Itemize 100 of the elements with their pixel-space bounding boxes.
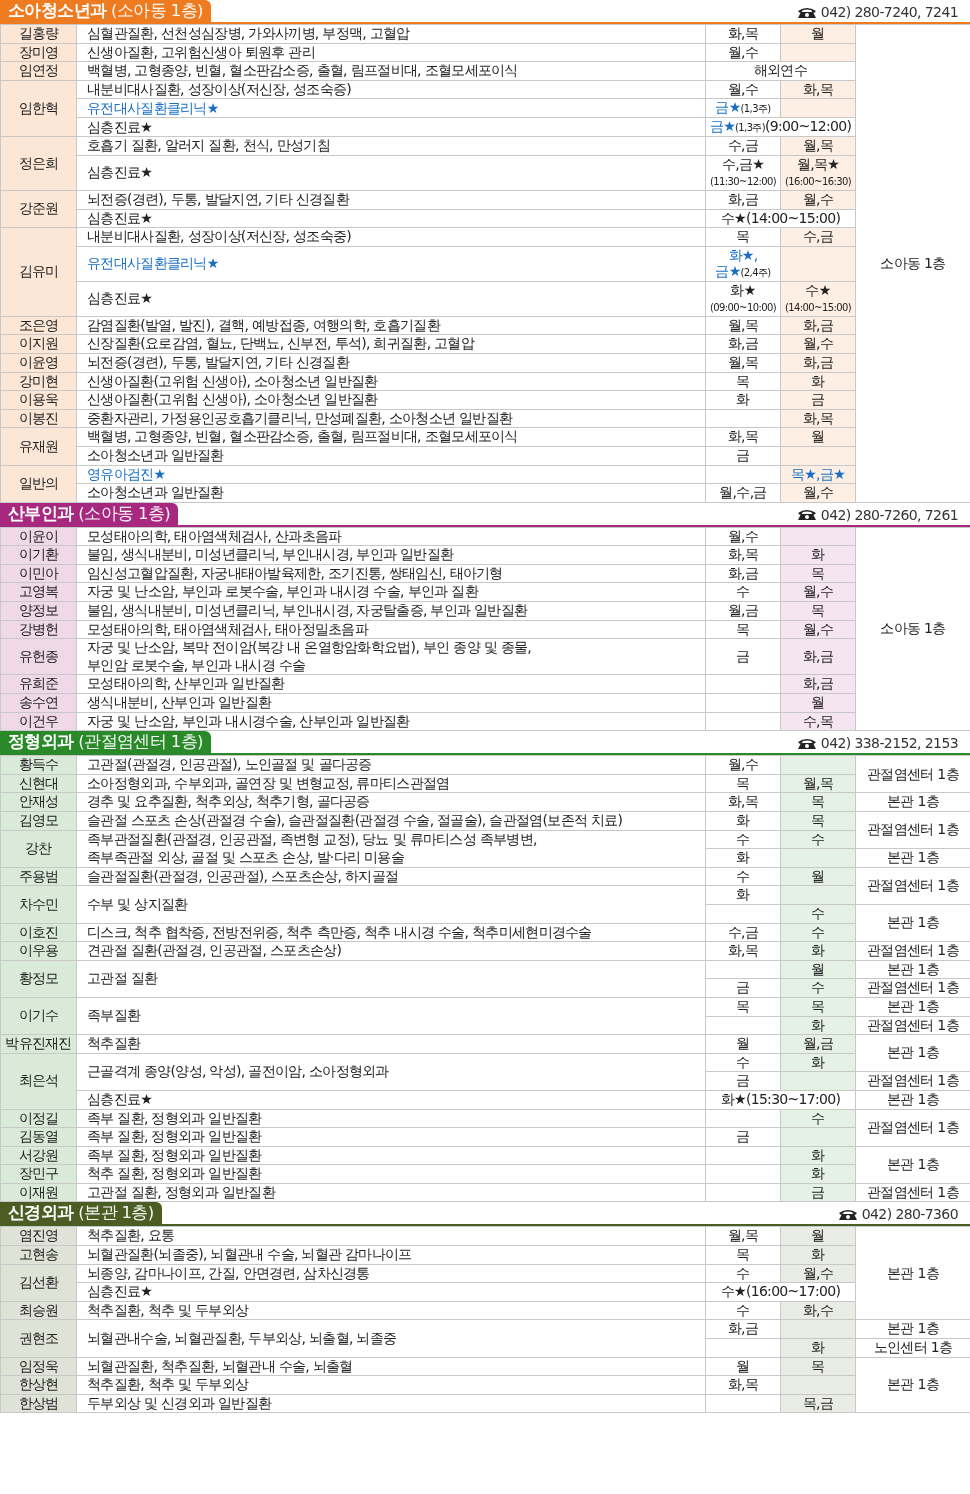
specialty-cell: 심층진료★ [76, 281, 706, 317]
specialty-cell: 척추 질환, 정형외과 일반질환 [76, 1164, 706, 1184]
specialty-cell: 백혈병, 고형종양, 빈혈, 혈소판감소증, 출혈, 림프절비대, 조혈모세포이식 [76, 427, 706, 447]
doctor-name: 임한혁 [0, 80, 77, 137]
phone-icon [795, 5, 818, 19]
doctor-name: 이기수 [0, 997, 77, 1035]
location-cell: 관절염센터 1층 [855, 1109, 970, 1147]
specialty-cell: 모성태아의학, 태아염색체검사, 산과초음파 [76, 527, 706, 546]
location-cell: 관절염센터 1층 [855, 755, 970, 793]
specialty-cell: 족부 질환, 정형외과 일반질환 [76, 1127, 706, 1147]
doctor-name: 길홍량 [0, 24, 77, 44]
schedule-cell: 화,금 [780, 638, 856, 675]
specialty-cell: 감염질환(발열, 발진), 결핵, 예방접종, 여행의학, 호흡기질환 [76, 316, 706, 335]
schedule-cell: 월 [780, 1226, 856, 1246]
specialty-cell: 신장질환(요로감염, 혈뇨, 단백뇨, 신부전, 투석), 희귀질환, 고혈압 [76, 334, 706, 354]
specialty-cell: 자궁 및 난소암, 부인과 내시경수술, 산부인과 일반질환 [76, 712, 706, 731]
phone-number: 042) 280-7240, 7241 [820, 3, 958, 22]
doctor-name: 김유미 [0, 227, 77, 317]
specialty-cell: 두부외상 및 신경외과 일반질환 [76, 1394, 706, 1413]
specialty-cell: 경추 및 요추질환, 척추외상, 척추기형, 골다공증 [76, 792, 706, 812]
specialty-cell: 디스크, 척추 협착증, 전방전위증, 척추 측만증, 척추 내시경 수술, 척추미세현미경수술 [76, 923, 706, 942]
specialty-cell: 고관절 질환, 정형외과 일반질환 [76, 1183, 706, 1202]
specialty-cell: 내분비대사질환, 성장이상(저신장, 성조숙중) [76, 227, 706, 247]
specialty-cell: 호흡기 질환, 알러지 질환, 천식, 만성기침 [76, 136, 706, 156]
specialty-cell: 자궁 및 난소암, 부인과 로봇수술, 부인과 내시경 수술, 부인과 질환 [76, 582, 706, 602]
specialty-cell: 뇌혈관질환, 척추질환, 뇌혈관내 수술, 뇌출혈 [76, 1357, 706, 1376]
specialty-cell: 뇌혈관내수술, 뇌혈관질환, 두부외상, 뇌출혈, 뇌졸중 [76, 1319, 706, 1358]
specialty-cell: 심층진료★ [76, 209, 706, 228]
specialty-cell: 뇌전증(경련), 두통, 발달지연, 기타 신경질환 [76, 190, 706, 210]
doctor-name: 권현조 [0, 1319, 77, 1358]
schedule-cell: 월,목 [705, 1226, 781, 1246]
doctor-name: 김선환 [0, 1264, 77, 1302]
location-cell: 소아동 1층 [855, 527, 970, 731]
location-cell: 본관 1층 [855, 904, 970, 942]
specialty-cell: 근골격계 종양(양성, 악성), 골전이암, 소아정형외과 [76, 1053, 706, 1091]
specialty-cell: 슬관절 스포츠 손상(관절경 수술), 슬관절질환(관절경 수술, 절골술), 슬관절염(보존적 치료) [76, 811, 706, 831]
doctor-name: 황득수 [0, 755, 77, 775]
location-cell: 본관 1층 [855, 1357, 970, 1413]
specialty-cell: 불임, 생식내분비, 미성년클리닉, 부인내시경, 자궁탈출증, 부인과 일반질환 [76, 601, 706, 621]
schedule-cell: 금 [705, 638, 781, 675]
doctor-name: 최은석 [0, 1053, 77, 1109]
specialty-cell: 신생아질환, 고위험신생아 퇴원후 관리 [76, 43, 706, 62]
specialty-cell: 척추질환 [76, 1034, 706, 1054]
specialty-cell: 심층진료★ [76, 1090, 706, 1109]
location-cell: 관절염센터 1층 [855, 811, 970, 849]
schedule-cell: 수,금★ (11:30~12:00) [705, 155, 781, 191]
doctor-name: 유재원 [0, 427, 77, 465]
specialty-cell: 유전대사질환클리닉★ [76, 98, 706, 118]
specialty-cell: 백혈병, 고형종양, 빈혈, 혈소판감소증, 출혈, 림프절비대, 조혈모세포이식 [76, 61, 706, 81]
specialty-cell: 고관절(관절경, 인공관절), 노인골절 및 골다공증 [76, 755, 706, 775]
location-cell: 관절염센터 1층 [855, 867, 970, 905]
specialty-cell: 임신성고혈압질환, 자궁내태아발육제한, 조기진통, 쌍태임신, 태아기형 [76, 564, 706, 583]
schedule-cell: 수★ (14:00~15:00) [780, 281, 856, 317]
specialty-cell: 내분비대사질환, 성장이상(저신장, 성조숙증) [76, 80, 706, 99]
doctor-name: 강찬 [0, 830, 77, 868]
specialty-cell: 소아청소년과 일반질환 [76, 446, 706, 465]
specialty-cell: 자궁 및 난소암, 복막 전이암(복강 내 온열항암화학요법), 부인 종양 및 종물, 부인암 로봇수술, 부인과 내시경 수술 [76, 638, 706, 675]
doctor-name: 차수민 [0, 885, 77, 924]
specialty-cell: 고관절 질환 [76, 960, 706, 998]
specialty-cell: 소아청소년과 일반질환 [76, 483, 706, 503]
phone-number: 042) 280-7260, 7261 [820, 505, 958, 525]
schedule-cell: 월,목★ (16:00~16:30) [780, 155, 856, 191]
specialty-cell: 뇌전증(경련), 두통, 발달지연, 기타 신경질환 [76, 353, 706, 373]
specialty-cell: 족부관절질환(관절경, 인공관절, 족변형 교정), 당뇨 및 류마티스성 족부병변, 족부족관절 외상, 골절 및 스포츠 손상, 발·다리 미용술 [76, 830, 706, 868]
specialty-cell: 견관절 질환(관절경, 인공관절, 스포츠손상) [76, 941, 706, 961]
doctor-name: 이윤이 [0, 527, 77, 546]
specialty-cell: 뇌종양, 감마나이프, 간질, 안면경련, 삼차신경통 [76, 1264, 706, 1283]
specialty-cell: 신생아질환(고위험 신생아), 소아청소년 일반질환 [76, 390, 706, 410]
specialty-cell: 심혈관질환, 선천성심장병, 가와사끼병, 부정맥, 고혈압 [76, 24, 706, 44]
doctor-name: 유헌종 [0, 638, 77, 675]
phone-number: 042) 338-2152, 2153 [820, 734, 958, 754]
phone-icon [795, 508, 818, 522]
specialty-cell: 모성태아의학, 산부인과 일반질환 [76, 674, 706, 694]
specialty-cell: 뇌혈관질환(뇌졸중), 뇌혈관내 수술, 뇌혈관 감마나이프 [76, 1245, 706, 1265]
specialty-cell: 족부 질환, 정형외과 일반질환 [76, 1146, 706, 1165]
phone-icon [836, 1207, 859, 1221]
specialty-cell: 족부 질환, 정형외과 일반질환 [76, 1109, 706, 1128]
location-cell: 본관 1층 [855, 1226, 970, 1320]
specialty-cell: 족부질환 [76, 997, 706, 1035]
specialty-cell: 척추질환, 요통 [76, 1226, 706, 1246]
specialty-cell: 중환자관리, 가정용인공호흡기클리닉, 만성폐질환, 소아청소년 일반질환 [76, 409, 706, 428]
doctor-name: 일반의 [0, 465, 77, 503]
specialty-cell: 심층진료★ [76, 1282, 706, 1302]
specialty-cell: 슬관절질환(관절경, 인공관절), 스포츠손상, 하지골절 [76, 867, 706, 886]
specialty-cell: 신생아질환(고위험 신생아), 소아청소년 일반질환 [76, 372, 706, 391]
location-cell: 본관 1층 [855, 1146, 970, 1184]
specialty-cell: 척추질환, 척추 및 두부외상 [76, 1375, 706, 1395]
doctor-name: 정은희 [0, 136, 77, 191]
doctor-name: 염진영 [0, 1226, 77, 1246]
schedule-cell: 월,수 [705, 527, 781, 546]
specialty-cell: 유전대사질환클리닉★ [76, 246, 706, 282]
specialty-cell: 심층진료★ [76, 155, 706, 191]
specialty-cell: 생식내분비, 산부인과 일반질환 [76, 693, 706, 713]
specialty-cell: 소아정형외과, 수부외과, 골연장 및 변형교정, 류마티스관절염 [76, 774, 706, 793]
specialty-cell: 불임, 생식내분비, 미성년클리닉, 부인내시경, 부인과 일반질환 [76, 545, 706, 565]
schedule-cell: 월,수 [705, 755, 781, 775]
schedule-cell: 화★ (09:00~10:00) [705, 281, 781, 317]
schedule-cell: 화★, 금★(2,4주) [705, 246, 781, 282]
schedule-cell: 월 [780, 24, 856, 44]
location-cell: 본관 1층 [855, 1034, 970, 1072]
